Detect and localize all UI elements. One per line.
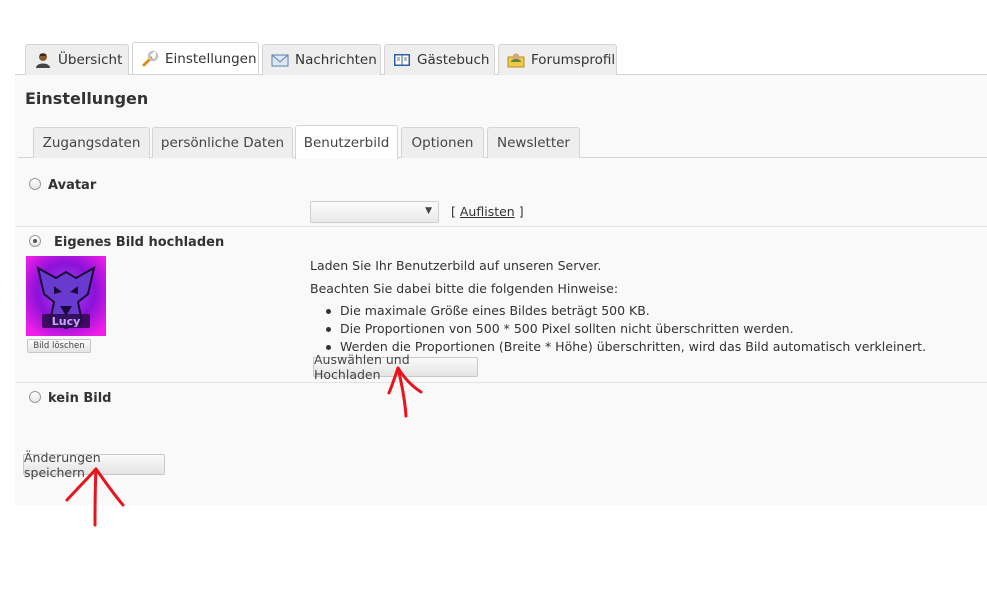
subtab-benutzerbild[interactable]: Benutzerbild (295, 125, 398, 159)
subtab-newsletter[interactable]: Newsletter (487, 127, 580, 158)
book-icon (393, 51, 411, 69)
no-image-radio[interactable] (29, 391, 41, 403)
avatar-select[interactable]: ▼ (310, 201, 439, 223)
auflisten-link[interactable]: Auflisten (460, 204, 515, 219)
save-button[interactable]: Änderungen speichern (23, 450, 165, 480)
upload-radio[interactable] (29, 235, 41, 247)
chevron-down-icon: ▼ (425, 206, 432, 216)
tab-label: Gästebuch (417, 52, 490, 68)
hints-list: Die maximale Größe eines Bildes beträgt … (324, 302, 926, 356)
tab-gaestebuch[interactable]: Gästebuch (384, 44, 495, 75)
tab-einstellungen[interactable]: Einstellungen (132, 42, 259, 74)
divider (15, 226, 987, 227)
settings-panel: Einstellungen Zugangsdaten persönliche D… (15, 75, 987, 505)
avatar-image: Lucy (26, 256, 106, 336)
tab-label: Forumsprofil (531, 52, 616, 68)
upload-option-label: Eigenes Bild hochladen (54, 235, 225, 250)
bracket-close: ] (518, 204, 524, 219)
list-item: Die Proportionen von 500 * 500 Pixel sol… (324, 320, 926, 338)
profile-nav-tabs: Übersicht Einstellungen Nachrichten Gäst… (15, 42, 987, 75)
divider (15, 382, 987, 383)
hints-intro-text: Beachten Sie dabei bitte die folgenden H… (310, 281, 619, 296)
tab-label: Übersicht (58, 52, 123, 68)
auflisten-link-group: [ Auflisten ] (451, 204, 524, 219)
avatar-radio[interactable] (29, 178, 41, 190)
upload-button[interactable]: Auswählen und Hochladen (313, 352, 478, 382)
bracket-open: [ (451, 204, 456, 219)
tab-uebersicht[interactable]: Übersicht (25, 44, 129, 75)
profile-folder-icon (507, 51, 525, 69)
avatar-image-text: Lucy (52, 315, 81, 328)
tab-label: Einstellungen (165, 50, 257, 67)
subtab-zugangsdaten[interactable]: Zugangsdaten (33, 127, 150, 158)
list-item: Die maximale Größe eines Bildes beträgt … (324, 302, 926, 320)
wrench-icon (141, 50, 159, 68)
subtab-persoenliche-daten[interactable]: persönliche Daten (152, 127, 293, 158)
decepticon-emblem-icon: Lucy (26, 256, 106, 336)
no-image-option-label: kein Bild (48, 391, 112, 406)
tab-label: Nachrichten (295, 52, 377, 68)
tab-forumsprofil[interactable]: Forumsprofil (498, 44, 617, 75)
tab-nachrichten[interactable]: Nachrichten (262, 44, 381, 75)
delete-image-button[interactable]: Bild löschen (27, 339, 91, 353)
upload-intro-text: Laden Sie Ihr Benutzerbild auf unseren S… (310, 258, 602, 273)
envelope-icon (271, 51, 289, 69)
user-icon (34, 51, 52, 69)
page-title: Einstellungen (25, 89, 149, 108)
subtab-optionen[interactable]: Optionen (401, 127, 484, 158)
settings-sub-tabs: Zugangsdaten persönliche Daten Benutzerb… (18, 125, 987, 159)
avatar-option-label: Avatar (48, 178, 97, 193)
